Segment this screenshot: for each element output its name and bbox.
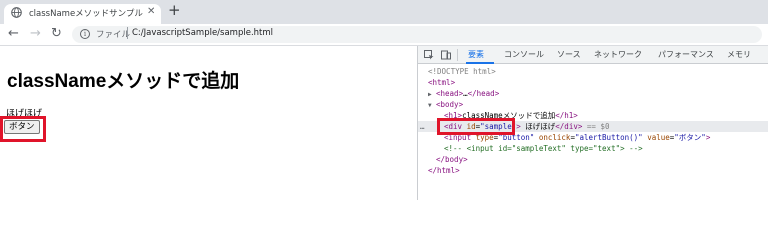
active-tab-indicator (466, 62, 494, 64)
close-tab-icon[interactable]: ✕ (147, 6, 155, 18)
input-value-value: "ボタン" (674, 133, 706, 142)
devtools-tabbar: 要素 コンソール ソース ネットワーク パフォーマンス メモリ (418, 46, 768, 64)
head-close-tag: </head> (467, 89, 500, 98)
input-onclick-value: "alertButton()" (574, 133, 643, 142)
input-gt: > (705, 133, 711, 142)
address-scheme: ファイル (96, 30, 131, 40)
doctype-text: <!DOCTYPE html> (428, 67, 496, 76)
browser-toolbar: ← → ↻ i ファイル C:/JavascriptSample/sample.… (0, 24, 768, 46)
tab-title: classNameメソッドサンプル (29, 9, 143, 19)
devtools-tab-sources[interactable]: ソース (557, 49, 581, 60)
input-value-attr: value (647, 133, 670, 142)
address-url[interactable]: C:/JavascriptSample/sample.html (132, 28, 273, 38)
devtools-tab-divider (457, 49, 458, 61)
body-open-tag: <body> (436, 100, 464, 109)
dom-node-body-close[interactable]: </body> (418, 154, 768, 165)
devtools-tab-network[interactable]: ネットワーク (594, 49, 642, 60)
devtools-tab-memory[interactable]: メモリ (727, 49, 751, 60)
devtools-tab-performance[interactable]: パフォーマンス (658, 49, 714, 60)
page-viewport: classNameメソッドで追加 ほげほげ ボタン (0, 46, 417, 200)
tab-strip: classNameメソッドサンプル ✕ + (0, 0, 768, 24)
h1-close-tag: </h1> (555, 111, 578, 120)
devtools-tab-elements[interactable]: 要素 (468, 49, 484, 60)
address-bar[interactable]: i ファイル C:/JavascriptSample/sample.html (72, 26, 762, 43)
address-divider (127, 27, 128, 39)
dom-node-html-close[interactable]: </html> (418, 165, 768, 176)
dom-node-html[interactable]: <html> (418, 77, 768, 88)
html-open-tag: <html> (428, 78, 456, 87)
info-icon[interactable]: i (80, 29, 90, 39)
page-heading: classNameメソッドで追加 (7, 71, 240, 92)
globe-icon (11, 7, 22, 18)
devtools-tab-console[interactable]: コンソール (504, 49, 544, 60)
div-tag-highlight-box (437, 118, 515, 135)
div-gt: > (516, 122, 521, 131)
forward-arrow-icon[interactable]: → (30, 26, 41, 42)
head-open-tag: <head> (436, 89, 464, 98)
html-comment: <!-- <input id="sampleText" type="text">… (444, 144, 643, 153)
dom-node-comment[interactable]: <!-- <input id="sampleText" type="text">… (418, 143, 768, 154)
dom-node-body[interactable]: ▼ <body> (418, 99, 768, 110)
selected-node-marker: == $0 (586, 122, 610, 131)
body-close-tag: </body> (436, 155, 468, 164)
input-onclick-attr: onclick (538, 133, 571, 142)
html-close-tag: </html> (428, 166, 460, 175)
dom-node-doctype[interactable]: <!DOCTYPE html> (418, 66, 768, 77)
new-tab-button[interactable]: + (168, 2, 181, 19)
row-menu-icon[interactable]: … (420, 121, 425, 132)
div-close-tag: </div> (555, 122, 583, 131)
div-text: ほげほげ (525, 122, 556, 131)
device-toolbar-icon[interactable] (441, 50, 451, 60)
back-arrow-icon[interactable]: ← (8, 26, 19, 42)
browser-tab[interactable]: classNameメソッドサンプル ✕ (4, 4, 161, 24)
dom-node-head[interactable]: ▶ <head>…</head> (418, 88, 768, 99)
reload-icon[interactable]: ↻ (51, 26, 62, 42)
button-highlight-box (0, 116, 46, 142)
inspect-element-icon[interactable] (424, 50, 434, 60)
